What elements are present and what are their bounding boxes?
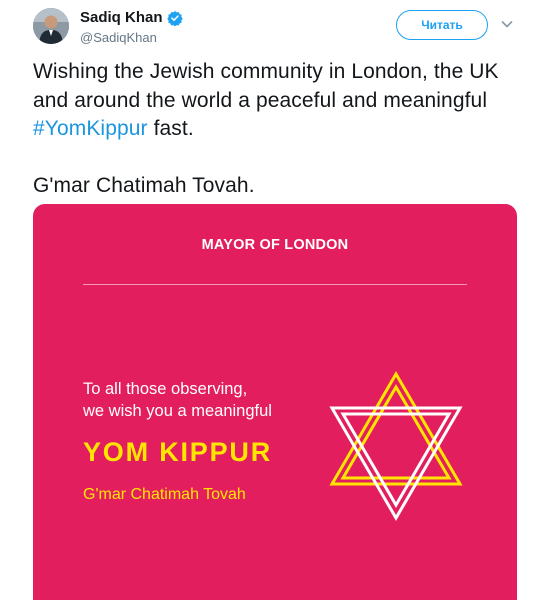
- tweet-text-start: Wishing the Jewish community in London, …: [33, 60, 499, 112]
- follow-button[interactable]: Читать: [396, 10, 488, 40]
- star-of-david-icon: [329, 371, 463, 521]
- greeting-line-2: we wish you a meaningful: [83, 402, 272, 420]
- user-handle[interactable]: @SadiqKhan: [80, 29, 183, 46]
- author-info: Sadiq Khan @SadiqKhan: [80, 9, 183, 46]
- avatar[interactable]: [33, 8, 69, 44]
- greeting-line-1: To all those observing,: [83, 380, 248, 398]
- name-row: Sadiq Khan: [80, 9, 183, 27]
- card-subline: G'mar Chatimah Tovah: [83, 486, 246, 503]
- hashtag-link[interactable]: #YomKippur: [33, 117, 148, 140]
- tweet: Sadiq Khan @SadiqKhan Читать Wishing the…: [0, 0, 548, 600]
- media-card-image[interactable]: MAYOR OF LONDON To all those observing, …: [33, 204, 517, 600]
- display-name[interactable]: Sadiq Khan: [80, 9, 163, 27]
- card-headline: YOM KIPPUR: [83, 437, 273, 467]
- chevron-down-icon[interactable]: [500, 17, 514, 31]
- verified-badge-icon: [166, 10, 183, 27]
- tweet-text-end: fast.: [147, 117, 194, 140]
- tweet-paragraph-1: Wishing the Jewish community in London, …: [33, 58, 523, 144]
- mayor-of-london-logo: MAYOR OF LONDON: [201, 237, 349, 253]
- card-greeting: To all those observing, we wish you a me…: [83, 378, 272, 422]
- card-divider: [83, 284, 467, 285]
- tweet-paragraph-2: G'mar Chatimah Tovah.: [33, 173, 255, 197]
- tweet-text: Wishing the Jewish community in London, …: [33, 58, 523, 200]
